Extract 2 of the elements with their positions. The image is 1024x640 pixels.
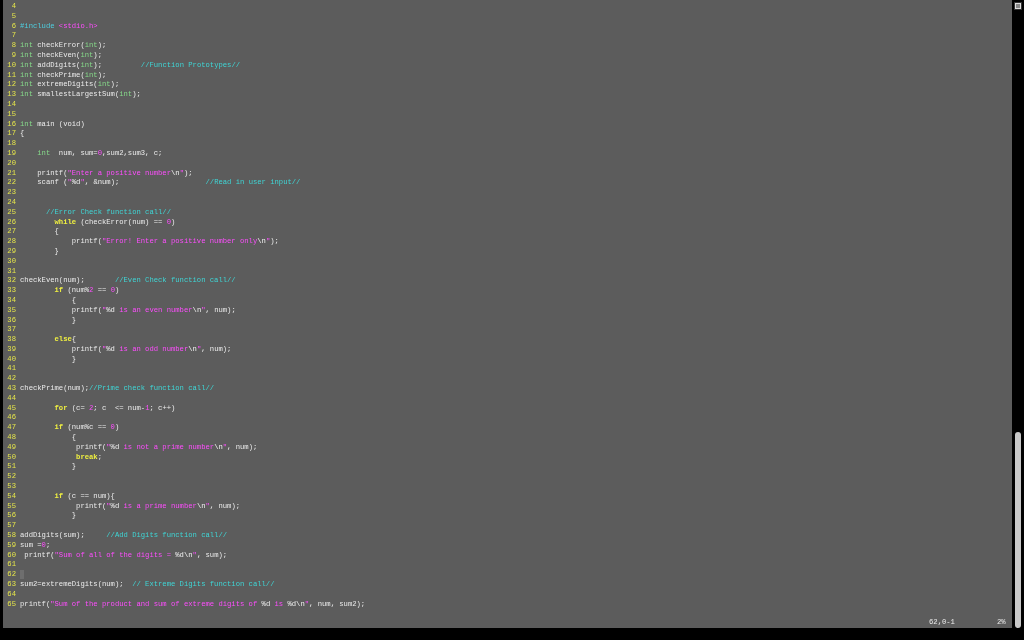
window-icon[interactable] bbox=[1014, 2, 1022, 10]
scrollbar-thumb[interactable] bbox=[1015, 432, 1021, 628]
